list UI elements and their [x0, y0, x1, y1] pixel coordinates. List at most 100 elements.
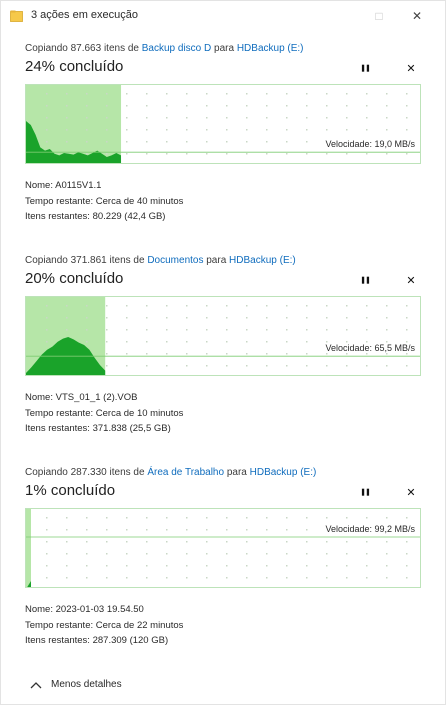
- grid-dot: [86, 529, 88, 531]
- grid-dot: [306, 517, 308, 519]
- grid-dot: [226, 129, 228, 131]
- operation-details: Nome: A0115V1.1 Tempo restante: Cerca de…: [25, 178, 421, 225]
- grid-dot: [286, 153, 288, 155]
- grid-dot: [166, 105, 168, 107]
- pause-button[interactable]: ❚❚: [356, 271, 374, 289]
- grid-dot: [246, 317, 248, 319]
- grid-dot: [166, 317, 168, 319]
- grid-dot: [86, 305, 88, 307]
- grid-dot: [286, 141, 288, 143]
- grid-dot: [386, 317, 388, 319]
- grid-dot: [186, 341, 188, 343]
- destination-link[interactable]: HDBackup (E:): [237, 43, 304, 54]
- grid-dot: [286, 517, 288, 519]
- time-remaining-value: Cerca de 10 minutos: [95, 407, 184, 419]
- grid-dot: [226, 517, 228, 519]
- grid-dot: [266, 353, 268, 355]
- grid-dot: [326, 329, 328, 331]
- pause-button[interactable]: ❚❚: [356, 59, 374, 77]
- copy-operation: Copiando 87.663 itens de Backup disco D …: [25, 43, 421, 225]
- grid-dot: [86, 577, 88, 579]
- grid-dot: [66, 129, 68, 131]
- less-details-toggle[interactable]: Menos detalhes: [29, 679, 122, 690]
- grid-dot: [266, 153, 268, 155]
- grid-dot: [86, 93, 88, 95]
- grid-dot: [366, 317, 368, 319]
- grid-dot: [306, 329, 308, 331]
- pause-button[interactable]: ❚❚: [356, 483, 374, 501]
- grid-dot: [306, 305, 308, 307]
- grid-dot: [166, 341, 168, 343]
- grid-dot: [306, 529, 308, 531]
- items-remaining-label: Itens restantes:: [25, 211, 90, 222]
- grid-dot: [166, 329, 168, 331]
- source-link[interactable]: Área de Trabalho: [147, 467, 224, 478]
- name-label: Nome:: [25, 392, 53, 403]
- pause-icon: ❚❚: [360, 65, 371, 72]
- grid-dot: [226, 365, 228, 367]
- grid-dot: [366, 305, 368, 307]
- grid-dot: [186, 529, 188, 531]
- grid-dot: [186, 117, 188, 119]
- grid-dot: [246, 305, 248, 307]
- grid-dot: [286, 329, 288, 331]
- cancel-button[interactable]: ✕: [402, 59, 420, 77]
- close-window-button[interactable]: ✕: [399, 1, 435, 31]
- destination-link[interactable]: HDBackup (E:): [250, 467, 317, 478]
- time-remaining-label: Tempo restante:: [25, 407, 94, 419]
- grid-dot: [246, 529, 248, 531]
- grid-dot: [186, 141, 188, 143]
- grid-dot: [206, 153, 208, 155]
- grid-dot: [186, 317, 188, 319]
- grid-dot: [386, 117, 388, 119]
- speed-label: Velocidade: 19,0 MB/s: [324, 139, 416, 150]
- destination-link[interactable]: HDBackup (E:): [229, 255, 296, 266]
- less-details-label: Menos detalhes: [51, 679, 122, 690]
- grid-dot: [246, 517, 248, 519]
- grid-dot: [286, 541, 288, 543]
- grid-dot: [266, 93, 268, 95]
- grid-dot: [246, 541, 248, 543]
- transfer-graph: Velocidade: 65,5 MB/s: [25, 296, 421, 376]
- grid-dot: [246, 117, 248, 119]
- grid-dot: [186, 93, 188, 95]
- grid-dot: [306, 577, 308, 579]
- grid-dot: [346, 317, 348, 319]
- cancel-button[interactable]: ✕: [402, 483, 420, 501]
- grid-dot: [146, 529, 148, 531]
- grid-dot: [206, 365, 208, 367]
- close-icon: ✕: [406, 274, 416, 287]
- grid-dot: [266, 365, 268, 367]
- source-link[interactable]: Backup disco D: [142, 43, 211, 54]
- copy-operation: Copiando 371.861 itens de Documentos par…: [25, 255, 421, 437]
- grid-dot: [306, 317, 308, 319]
- grid-dot: [166, 529, 168, 531]
- grid-dot: [186, 553, 188, 555]
- grid-dot: [346, 117, 348, 119]
- grid-dot: [266, 341, 268, 343]
- grid-dot: [46, 517, 48, 519]
- grid-dot: [46, 541, 48, 543]
- items-remaining-value: 371.838 (25,5 GB): [92, 423, 171, 434]
- close-icon: ✕: [411, 9, 423, 23]
- grid-dot: [366, 93, 368, 95]
- source-link[interactable]: Documentos: [147, 255, 203, 266]
- grid-dot: [126, 565, 128, 567]
- transfer-graph-canvas: [26, 85, 420, 163]
- grid-dot: [146, 517, 148, 519]
- grid-dot: [386, 129, 388, 131]
- grid-dot: [206, 353, 208, 355]
- grid-dot: [206, 529, 208, 531]
- grid-dot: [346, 517, 348, 519]
- header-text: para: [224, 467, 250, 478]
- title-bar[interactable]: 3 ações em execução □ ✕: [1, 1, 445, 31]
- grid-dot: [46, 141, 48, 143]
- grid-dot: [326, 129, 328, 131]
- grid-dot: [86, 117, 88, 119]
- grid-dot: [326, 317, 328, 319]
- cancel-button[interactable]: ✕: [402, 271, 420, 289]
- grid-dot: [406, 305, 408, 307]
- maximize-button[interactable]: □: [361, 1, 397, 31]
- grid-dot: [366, 153, 368, 155]
- grid-dot: [346, 153, 348, 155]
